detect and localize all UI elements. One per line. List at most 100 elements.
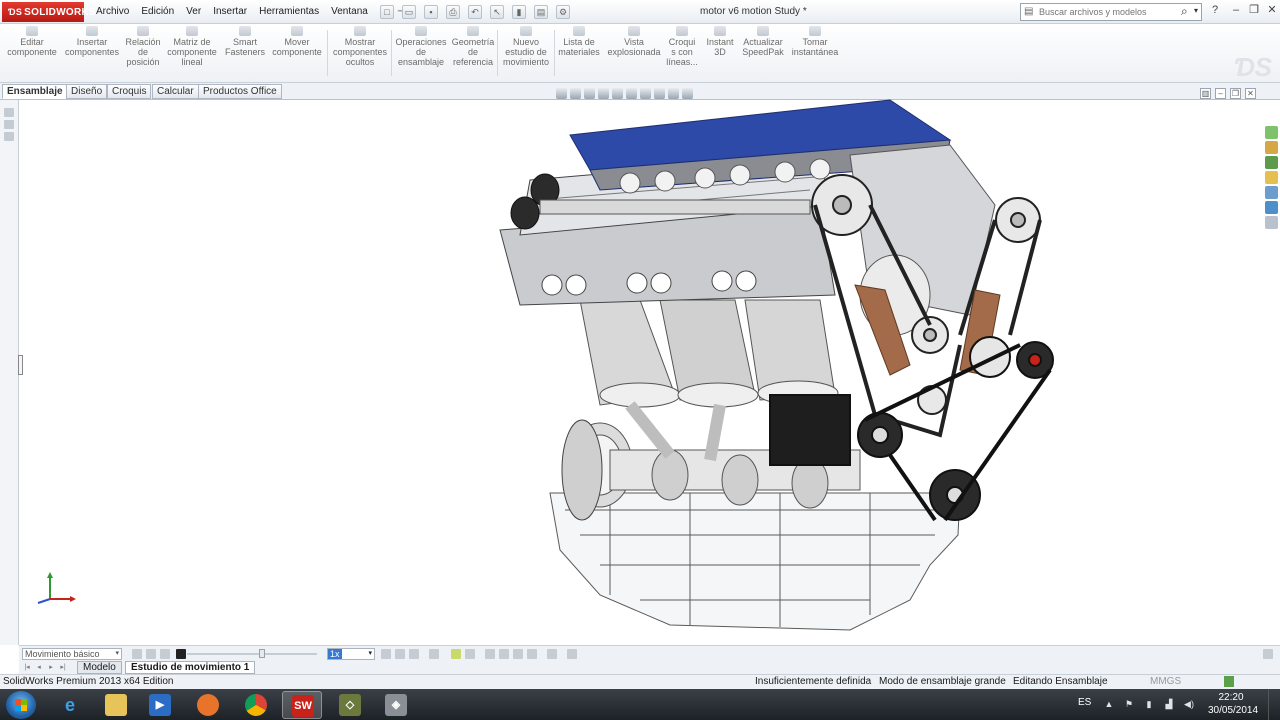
motion-study-type-select[interactable]: Movimiento básico ▾: [22, 648, 122, 660]
power-icon[interactable]: ▮: [1144, 699, 1154, 709]
design-library-icon[interactable]: [1265, 141, 1278, 154]
viewport-close-icon[interactable]: ✕: [1245, 88, 1256, 99]
previous-tab-icon[interactable]: ◂: [34, 662, 44, 673]
menu-archivo[interactable]: Archivo: [90, 0, 135, 24]
tab-modelo[interactable]: Modelo: [77, 661, 122, 674]
playback-mode-icon[interactable]: [381, 649, 391, 659]
help-icon[interactable]: ?: [1212, 4, 1218, 16]
view-palette-icon[interactable]: [1265, 171, 1278, 184]
play-from-start-icon[interactable]: [146, 649, 156, 659]
tab-productos-office[interactable]: Productos Office: [198, 84, 282, 99]
tab-calcular[interactable]: Calcular: [152, 84, 199, 99]
restore-button[interactable]: ❐: [1246, 2, 1262, 18]
timeline-slider-track[interactable]: [187, 653, 317, 655]
language-indicator[interactable]: ES: [1078, 697, 1091, 708]
print-icon[interactable]: ⎙: [446, 5, 460, 19]
spring-icon[interactable]: [499, 649, 509, 659]
solidworks-forum-icon[interactable]: [1265, 216, 1278, 229]
property-manager-icon[interactable]: [4, 120, 14, 129]
stop-icon[interactable]: [176, 649, 186, 659]
update-speedpak-button[interactable]: Actualizar SpeedPak: [738, 26, 788, 57]
new-file-icon[interactable]: □: [380, 5, 394, 19]
tab-croquis[interactable]: Croquis: [107, 84, 152, 99]
show-hidden-components-button[interactable]: Mostrar componentes ocultos: [329, 26, 391, 67]
menu-ventana[interactable]: Ventana: [325, 0, 374, 24]
show-hidden-icons-icon[interactable]: ▲: [1104, 699, 1114, 709]
tab-diseno[interactable]: Diseño: [66, 84, 108, 99]
taskbar-firefox[interactable]: [188, 691, 228, 719]
viewport-minimize-icon[interactable]: –: [1215, 88, 1226, 99]
taskbar-solidworks[interactable]: SW: [282, 691, 322, 719]
network-icon[interactable]: ▟: [1164, 699, 1174, 709]
calculate-icon[interactable]: [132, 649, 142, 659]
taskbar-app-cad[interactable]: ◇: [330, 691, 370, 719]
take-snapshot-button[interactable]: Tomar instantánea: [788, 26, 842, 57]
appearances-icon[interactable]: [1265, 186, 1278, 199]
file-properties-icon[interactable]: ▤: [534, 5, 548, 19]
options-icon[interactable]: ⚙: [556, 5, 570, 19]
insert-components-button[interactable]: Insertar componentes: [62, 26, 122, 57]
select-icon[interactable]: ↖: [490, 5, 504, 19]
system-clock[interactable]: 22:20 30/05/2014: [1208, 691, 1258, 717]
undo-icon[interactable]: ↶: [468, 5, 482, 19]
taskbar-media-player[interactable]: ▶: [140, 691, 180, 719]
last-tab-icon[interactable]: ▸|: [58, 662, 68, 673]
collapse-motion-manager-icon[interactable]: [1263, 649, 1273, 659]
smart-fasteners-button[interactable]: Smart Fasteners: [222, 26, 268, 57]
reference-geometry-button[interactable]: Geometría de referencia: [450, 26, 496, 67]
volume-icon[interactable]: ◀): [1184, 699, 1194, 709]
tab-ensamblaje[interactable]: Ensamblaje: [2, 84, 68, 99]
feature-tree-icon[interactable]: [4, 108, 14, 117]
edit-component-button[interactable]: Editar componente: [4, 26, 60, 57]
results-icon[interactable]: [547, 649, 557, 659]
mate-button[interactable]: Relación de posición: [122, 26, 164, 67]
contact-icon[interactable]: [513, 649, 523, 659]
file-explorer-icon[interactable]: [1265, 156, 1278, 169]
autokey-icon[interactable]: [451, 649, 461, 659]
gravity-icon[interactable]: [527, 649, 537, 659]
action-center-icon[interactable]: ⚑: [1124, 699, 1134, 709]
chevron-down-icon[interactable]: ▾: [1194, 6, 1198, 15]
panel-collapse-handle[interactable]: [18, 355, 23, 375]
playback-mode-dropdown-icon[interactable]: [395, 649, 405, 659]
engine-3d-model[interactable]: [490, 95, 1070, 635]
search-icon[interactable]: ⌕: [1181, 4, 1188, 19]
tab-estudio-movimiento-1[interactable]: Estudio de movimiento 1: [125, 661, 256, 674]
viewport-split-icon[interactable]: ▥: [1200, 88, 1211, 99]
status-help-icon[interactable]: [1224, 676, 1234, 687]
playback-speed-select[interactable]: 1x ▾: [327, 648, 375, 660]
linear-pattern-button[interactable]: Matriz de componente lineal: [164, 26, 220, 67]
move-component-button[interactable]: Mover componente: [268, 26, 326, 57]
first-tab-icon[interactable]: |◂: [22, 662, 32, 673]
next-tab-icon[interactable]: ▸: [46, 662, 56, 673]
show-desktop-button[interactable]: [1268, 689, 1280, 720]
configuration-manager-icon[interactable]: [4, 132, 14, 141]
assembly-features-button[interactable]: Operaciones de ensamblaje: [392, 26, 450, 67]
search-box[interactable]: ▤ ⌕ ▾: [1020, 3, 1202, 21]
custom-properties-icon[interactable]: [1265, 201, 1278, 214]
resources-icon[interactable]: [1265, 126, 1278, 139]
units-selector[interactable]: MMGS: [1150, 675, 1181, 689]
open-file-icon[interactable]: ▭: [402, 5, 416, 19]
save-animation-icon[interactable]: [409, 649, 419, 659]
taskbar-app-tool[interactable]: ◈: [376, 691, 416, 719]
play-icon[interactable]: [160, 649, 170, 659]
motor-icon[interactable]: [485, 649, 495, 659]
add-key-icon[interactable]: [465, 649, 475, 659]
timeline-slider-thumb[interactable]: [259, 649, 265, 658]
study-properties-icon[interactable]: [567, 649, 577, 659]
search-scope-icon[interactable]: ▤: [1024, 6, 1033, 17]
minimize-button[interactable]: –: [1228, 2, 1244, 18]
explode-line-sketch-button[interactable]: Croqui s con líneas...: [664, 26, 700, 67]
menu-ver[interactable]: Ver: [180, 0, 207, 24]
menu-insertar[interactable]: Insertar: [207, 0, 253, 24]
animation-wizard-icon[interactable]: [429, 649, 439, 659]
search-input[interactable]: [1039, 5, 1179, 19]
new-motion-study-button[interactable]: Nuevo estudio de movimiento: [499, 26, 553, 67]
menu-herramientas[interactable]: Herramientas: [253, 0, 325, 24]
taskbar-internet-explorer[interactable]: e: [50, 691, 90, 719]
exploded-view-button[interactable]: Vista explosionada: [604, 26, 664, 57]
save-icon[interactable]: ▪: [424, 5, 438, 19]
solidworks-logo[interactable]: ƊS SOLIDWORKS: [2, 2, 96, 22]
menu-edicion[interactable]: Edición: [135, 0, 180, 24]
